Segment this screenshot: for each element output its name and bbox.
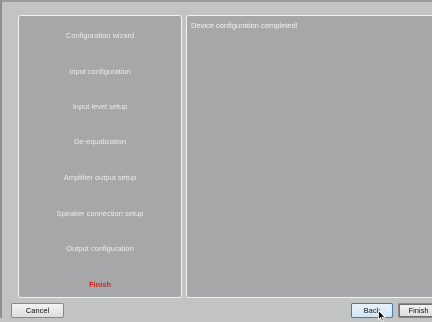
step-speaker-connection-setup: Speaker connection setup xyxy=(56,209,144,218)
mouse-pointer-icon xyxy=(378,310,386,322)
status-message: Device configuration completed! xyxy=(191,21,298,30)
finish-button[interactable]: Finish xyxy=(398,303,432,318)
step-amplifier-output-setup: Amplifier output setup xyxy=(63,173,137,182)
wizard-steps-panel: Configuration wizard Input configuration… xyxy=(18,15,182,298)
cancel-button[interactable]: Cancel xyxy=(11,303,64,318)
step-finish: Finish xyxy=(88,280,112,289)
back-button[interactable]: Back xyxy=(351,303,393,318)
step-input-configuration: Input configuration xyxy=(69,67,131,76)
step-configuration-wizard: Configuration wizard xyxy=(65,31,135,40)
wizard-window: Configuration wizard Input configuration… xyxy=(0,0,432,322)
content-panel: Device configuration completed! xyxy=(186,15,432,298)
step-de-equalization: De-equalization xyxy=(73,137,127,146)
step-output-configuration: Output configuration xyxy=(66,244,134,253)
step-input-level-setup: Input level setup xyxy=(72,102,128,111)
